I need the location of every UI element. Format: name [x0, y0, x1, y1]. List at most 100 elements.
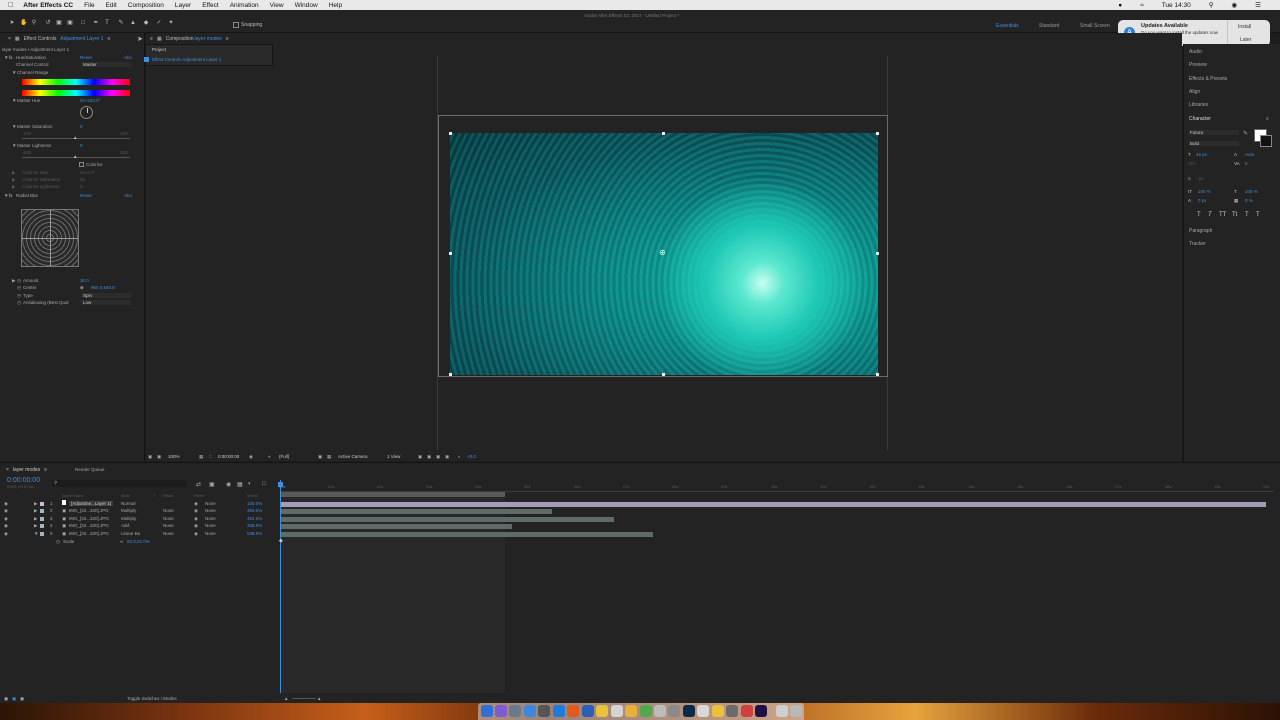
- panel-tracker[interactable]: Tracker: [1189, 241, 1206, 247]
- layer-row[interactable]: ◉ ▶ 2 ▣ IMG_[42...320].JPG Multiply None…: [0, 508, 280, 515]
- current-timecode[interactable]: 0:00:00:00: [7, 477, 40, 484]
- layer-name[interactable]: IMG_[42...320].JPG: [69, 531, 109, 536]
- radial-blur-preview[interactable]: [21, 209, 79, 267]
- app-store-dock-icon[interactable]: [553, 705, 565, 717]
- layer-parent-select[interactable]: None: [205, 531, 216, 536]
- grid-icon[interactable]: ▦: [199, 454, 203, 460]
- master-saturation-value[interactable]: 0: [80, 124, 83, 129]
- selection-tool-icon[interactable]: ➤: [9, 20, 15, 26]
- radial-fx-icon[interactable]: fx: [9, 193, 13, 198]
- messages-icon[interactable]: [640, 705, 652, 717]
- twirl-icon[interactable]: ▶: [34, 508, 37, 514]
- layer-name[interactable]: IMG_[42...320].JPG: [69, 508, 109, 513]
- timeline-tab[interactable]: × layer modes ≡: [6, 465, 47, 475]
- zoom-in-icon[interactable]: ▲: [317, 696, 321, 701]
- layer-parent-select[interactable]: None: [205, 523, 216, 528]
- label-color-icon[interactable]: [40, 532, 44, 536]
- user-icon[interactable]: ◉: [1232, 1, 1238, 9]
- master-hue-value[interactable]: 0x+333.0°: [80, 98, 100, 103]
- always-preview-icon[interactable]: ▣: [148, 454, 152, 460]
- layer-search-input[interactable]: [52, 480, 187, 487]
- layer-mode-select[interactable]: Add: [121, 523, 129, 528]
- fx-icon[interactable]: fx: [9, 55, 13, 60]
- siri-icon[interactable]: [495, 705, 507, 717]
- pixel-aspect-icon[interactable]: ▣: [418, 454, 422, 460]
- panel-paragraph[interactable]: Paragraph: [1189, 228, 1212, 234]
- layer-row[interactable]: ◉ ▶ 1 [Adjustme...Layer 1] Normal ◉ None…: [0, 500, 280, 508]
- label-color-icon[interactable]: [40, 524, 44, 528]
- type-tool-icon[interactable]: T: [104, 20, 110, 26]
- channel-control-select[interactable]: Master: [81, 62, 131, 67]
- flowchart-icon[interactable]: ▣: [445, 454, 449, 460]
- frame-blending-icon[interactable]: ▦: [237, 481, 243, 488]
- camera-tool-icon[interactable]: ▣: [56, 20, 62, 26]
- tsume-value[interactable]: 0 %: [1245, 198, 1253, 203]
- project-item[interactable]: Effect Controls Adjustment Layer 1: [152, 57, 221, 62]
- anchor-point-icon[interactable]: ⊕: [659, 248, 666, 257]
- fast-preview-icon[interactable]: ▣: [427, 454, 431, 460]
- panel-character[interactable]: Character: [1189, 116, 1211, 122]
- system-preferences-icon[interactable]: [668, 705, 680, 717]
- handle-mr[interactable]: [876, 252, 879, 255]
- clone-stamp-tool-icon[interactable]: ▲: [130, 20, 136, 26]
- later-button[interactable]: Later: [1240, 37, 1251, 43]
- character-menu-icon[interactable]: ≡: [1266, 116, 1269, 122]
- snapshot-icon[interactable]: ◉: [249, 454, 253, 460]
- view-layout-select[interactable]: 1 View: [387, 454, 400, 459]
- hand-tool-icon[interactable]: ✋: [20, 20, 27, 26]
- layer-bar-2[interactable]: [281, 509, 552, 514]
- stickies-icon[interactable]: [712, 705, 724, 717]
- panel-menu-icon[interactable]: ≡: [107, 36, 110, 42]
- eyedropper-icon[interactable]: ✎: [1243, 130, 1248, 137]
- region-icon[interactable]: ▣: [318, 454, 322, 460]
- layer-mode-select[interactable]: Multiply: [121, 508, 136, 513]
- tracking-value[interactable]: 0: [1245, 161, 1248, 166]
- timeline-zoom-slider[interactable]: [292, 698, 316, 699]
- master-hue-dial[interactable]: [80, 106, 93, 119]
- stroke-width-value[interactable]: - px: [1196, 176, 1204, 181]
- expand-radial-icon[interactable]: ▼: [4, 193, 8, 198]
- composition-menu-icon[interactable]: ≡: [226, 36, 229, 42]
- center-crosshair-icon[interactable]: ⊕: [80, 285, 84, 291]
- layer-trkmat-select[interactable]: None: [163, 508, 174, 513]
- layer-parent-select[interactable]: None: [205, 501, 216, 506]
- panel-libraries[interactable]: Libraries: [1189, 102, 1208, 108]
- handle-bc[interactable]: [662, 373, 665, 376]
- font-style-select[interactable]: Bold: [1189, 141, 1239, 146]
- pickwhip-icon[interactable]: ◉: [194, 501, 198, 507]
- comp-time[interactable]: 0:00:00:00: [218, 454, 239, 459]
- faux-bold-icon[interactable]: T: [1197, 212, 1201, 218]
- install-button[interactable]: Install: [1238, 24, 1251, 30]
- menu-window[interactable]: Window: [295, 2, 318, 9]
- layer-row[interactable]: ◉ ▼ 5 ▣ IMG_[42...320].JPG Linear Bu Non…: [0, 531, 280, 538]
- eraser-tool-icon[interactable]: ◆: [143, 20, 149, 26]
- channel-range-hue-bar-output[interactable]: [22, 90, 130, 96]
- clock[interactable]: Tue 14:30: [1162, 2, 1191, 9]
- layer-parent-select[interactable]: None: [205, 516, 216, 521]
- layer-stretch[interactable]: 482.0%: [247, 516, 262, 521]
- lightness-slider-thumb[interactable]: ▲: [73, 154, 77, 159]
- playhead-handle[interactable]: [278, 482, 283, 487]
- layer-name[interactable]: IMG_[42...320].JPG: [69, 523, 109, 528]
- comp-flowchart-icon[interactable]: ▣: [4, 696, 8, 702]
- timeline-icon[interactable]: ▣: [436, 454, 440, 460]
- roto-brush-tool-icon[interactable]: ✓: [156, 20, 162, 26]
- twirl-icon[interactable]: ▶: [34, 523, 37, 529]
- mask-icon[interactable]: □: [209, 454, 212, 459]
- layer-mode-select[interactable]: Linear Bu: [121, 531, 140, 536]
- channel-range-hue-bar[interactable]: [22, 79, 130, 85]
- visibility-eye-icon[interactable]: ◉: [4, 523, 8, 529]
- master-saturation-expand-icon[interactable]: ▼: [12, 124, 16, 129]
- aa-stopwatch-icon[interactable]: ◷: [17, 300, 21, 306]
- leading-value[interactable]: Auto: [1245, 152, 1254, 157]
- stopwatch-icon[interactable]: ◷: [17, 278, 21, 284]
- safari-icon[interactable]: [524, 705, 536, 717]
- pickwhip-icon[interactable]: ◉: [194, 531, 198, 537]
- menu-layer[interactable]: Layer: [175, 2, 191, 9]
- center-stopwatch-icon[interactable]: ◷: [17, 285, 21, 291]
- finder-icon[interactable]: [481, 705, 493, 717]
- apple-icon[interactable]: : [8, 2, 13, 9]
- handle-bl[interactable]: [449, 373, 452, 376]
- lock-icon[interactable]: ▦: [15, 36, 20, 42]
- layer-row[interactable]: ◉ ▶ 3 ▣ IMG_[42...320].JPG Multiply None…: [0, 516, 280, 523]
